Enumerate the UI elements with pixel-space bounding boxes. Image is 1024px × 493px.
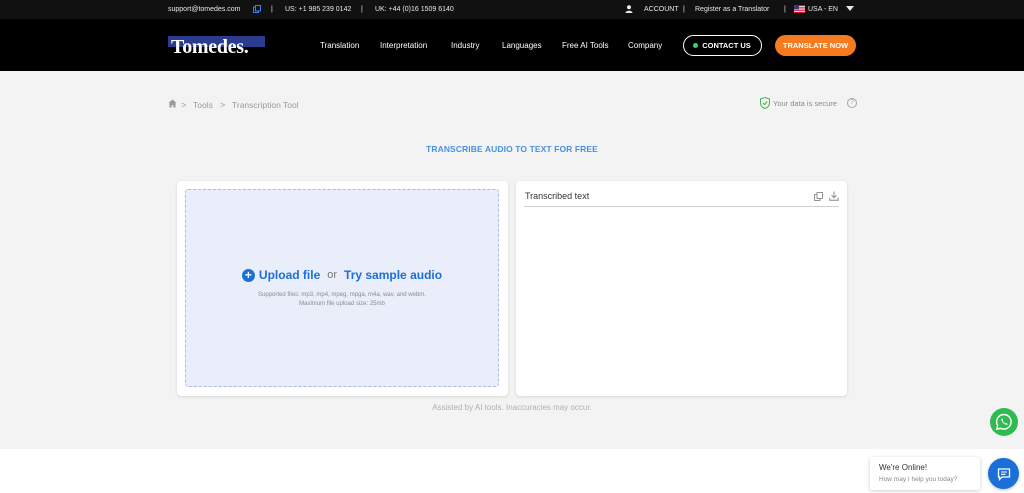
support-email-link[interactable]: support@tomedes.com	[168, 5, 240, 14]
nav-languages[interactable]: Languages	[502, 41, 542, 50]
chat-online-label: We're Online!	[879, 463, 928, 472]
topbar-separator: |	[361, 6, 363, 13]
chat-icon	[997, 467, 1010, 481]
user-icon	[625, 5, 633, 13]
nav-industry[interactable]: Industry	[451, 41, 479, 50]
nav-interpretation[interactable]: Interpretation	[380, 41, 427, 50]
nav-translation[interactable]: Translation	[320, 41, 359, 50]
upload-dropzone[interactable]: + Upload file or Try sample audio Suppor…	[185, 189, 499, 387]
main-content: > Tools > Transcription Tool Your data i…	[0, 71, 1024, 449]
copy-icon[interactable]	[253, 5, 261, 13]
locale-selector[interactable]: USA - EN	[808, 5, 838, 14]
nav-free-ai-tools[interactable]: Free AI Tools	[562, 41, 609, 50]
page-subtitle: TRANSCRIBE AUDIO TO TEXT FOR FREE	[426, 144, 598, 154]
upload-file-link[interactable]: Upload file	[259, 268, 320, 282]
help-icon[interactable]: ?	[847, 98, 857, 108]
chat-help-label: How may I help you today?	[879, 476, 958, 483]
breadcrumb-chevron-icon: >	[181, 100, 187, 110]
logo-text: Tomedes.	[171, 36, 249, 58]
translate-now-button[interactable]: TRANSLATE NOW	[775, 35, 856, 56]
data-secure-label: Your data is secure	[773, 99, 837, 108]
register-translator-link[interactable]: Register as a Translator	[695, 5, 769, 14]
whatsapp-button[interactable]	[990, 408, 1018, 436]
top-utility-bar: support@tomedes.com | US: +1 985 239 014…	[0, 0, 1024, 19]
breadcrumb-current: Transcription Tool	[232, 100, 299, 110]
main-navigation: Tomedes. Translation Interpretation Indu…	[0, 19, 1024, 71]
online-dot-icon	[693, 43, 698, 48]
try-sample-audio-link[interactable]: Try sample audio	[344, 268, 442, 282]
chat-popup[interactable]: We're Online! How may I help you today?	[870, 457, 980, 490]
topbar-separator: |	[683, 6, 685, 13]
us-flag-icon	[794, 5, 805, 13]
chat-button[interactable]	[988, 458, 1019, 489]
whatsapp-icon	[995, 413, 1012, 431]
or-label: or	[327, 269, 338, 281]
topbar-separator: |	[271, 6, 273, 13]
transcribed-text-title: Transcribed text	[525, 191, 590, 201]
ai-disclaimer: Assisted by AI tools. Inaccuracies may o…	[432, 403, 592, 412]
topbar-separator: |	[784, 6, 786, 13]
account-link[interactable]: ACCOUNT	[644, 5, 679, 14]
nav-company[interactable]: Company	[628, 41, 662, 50]
breadcrumb-chevron-icon: >	[220, 100, 226, 110]
uk-phone-link[interactable]: UK: +44 (0)16 1509 6140	[375, 5, 454, 14]
translate-now-label: TRANSLATE NOW	[782, 41, 849, 50]
download-icon[interactable]	[829, 191, 839, 201]
max-file-size-text: Maximum file upload size: 25mb	[299, 301, 385, 307]
plus-icon[interactable]: +	[241, 268, 255, 282]
contact-us-label: CONTACT US	[702, 41, 751, 50]
transcribed-text-card: Transcribed text	[516, 181, 847, 396]
shield-check-icon	[760, 97, 770, 109]
home-icon[interactable]	[168, 99, 177, 108]
transcribed-text-divider	[524, 206, 839, 207]
supported-files-text: Supported files: mp3, mp4, mpeg, mpga, m…	[258, 292, 426, 298]
tomedes-logo[interactable]: Tomedes.	[168, 36, 276, 58]
contact-us-button[interactable]: CONTACT US	[683, 35, 762, 56]
upload-actions: + Upload file or Try sample audio	[186, 268, 498, 282]
us-phone-link[interactable]: US: +1 985 239 0142	[285, 5, 351, 14]
upload-card: + Upload file or Try sample audio Suppor…	[177, 181, 508, 396]
copy-icon[interactable]	[814, 192, 823, 201]
chevron-down-icon[interactable]	[846, 6, 854, 11]
breadcrumb-tools[interactable]: Tools	[193, 100, 213, 110]
